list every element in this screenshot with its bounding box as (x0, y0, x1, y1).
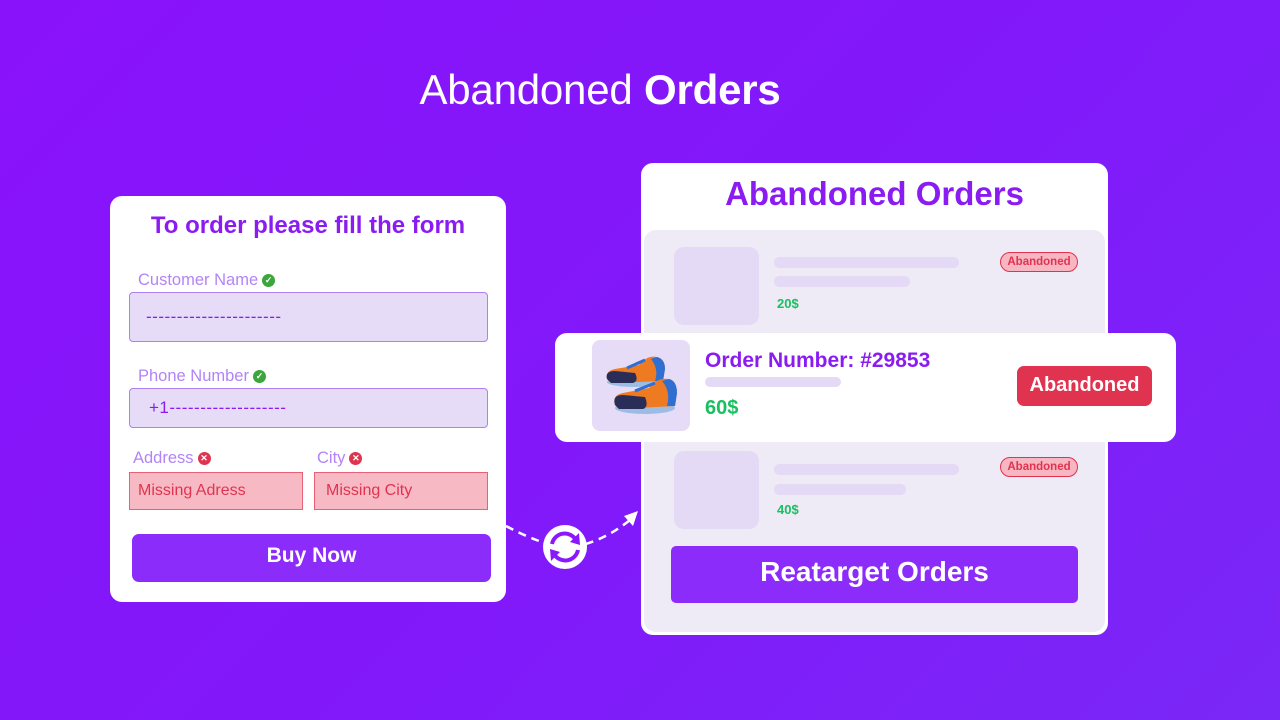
sneakers-icon (606, 356, 677, 414)
city-input[interactable]: Missing City (314, 472, 488, 510)
connector-arrow (505, 511, 638, 569)
status-badge[interactable]: Abandoned (1017, 366, 1152, 406)
order-number: Order Number: #29853 (705, 349, 931, 372)
address-label-text: Address (133, 449, 194, 467)
address-input[interactable]: Missing Adress (129, 472, 303, 510)
retarget-orders-button[interactable]: Reatarget Orders (671, 546, 1078, 603)
form-title: To order please fill the form (150, 212, 466, 239)
orders-title: Abandoned Orders (725, 175, 1024, 212)
customer-name-input[interactable]: ---------------------- (129, 292, 488, 342)
skeleton-line (774, 484, 906, 495)
x-circle-icon: ✕ (197, 452, 211, 465)
phone-number-value: +1------------------- (149, 398, 287, 417)
address-value: Missing Adress (138, 482, 246, 499)
customer-name-label-text: Customer Name (138, 271, 259, 289)
customer-name-value: ---------------------- (146, 307, 282, 326)
order-price: 60$ (705, 397, 739, 419)
skeleton-line (774, 276, 910, 287)
headline-regular: Abandoned (419, 66, 633, 113)
city-label: City ✕ (317, 449, 363, 468)
phone-number-input[interactable]: +1------------------- (129, 388, 488, 428)
headline-bold: Orders (644, 66, 781, 113)
phone-number-label: Phone Number ✓ (138, 367, 266, 386)
skeleton-line (774, 464, 959, 475)
buy-now-button[interactable]: Buy Now (132, 534, 491, 582)
highlighted-order[interactable]: Order Number: #29853 60$ Abandoned (555, 333, 1176, 442)
page-headline: Abandoned Orders (0, 66, 1200, 114)
x-circle-icon: ✕ (349, 452, 363, 465)
address-label: Address ✕ (133, 449, 211, 468)
check-circle-icon: ✓ (262, 274, 276, 287)
status-badge: Abandoned (1000, 252, 1078, 272)
order-form-card: To order please fill the form Customer N… (110, 196, 506, 602)
customer-name-label: Customer Name ✓ (138, 271, 276, 290)
check-circle-icon: ✓ (252, 370, 266, 383)
phone-number-label-text: Phone Number (138, 367, 249, 385)
product-thumbnail (592, 340, 690, 431)
status-badge: Abandoned (1000, 457, 1078, 477)
sync-icon (543, 525, 587, 569)
order-price: 20$ (777, 296, 799, 311)
order-price: 40$ (777, 502, 799, 517)
city-value: Missing City (326, 482, 413, 499)
product-thumbnail (674, 451, 759, 529)
city-label-text: City (317, 449, 346, 467)
product-thumbnail (674, 247, 759, 325)
skeleton-line (774, 257, 959, 268)
skeleton-line (705, 377, 841, 387)
